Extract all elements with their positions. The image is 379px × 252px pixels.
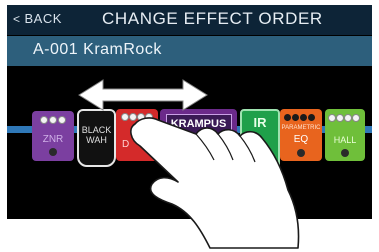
hand-pointer-icon: [130, 117, 300, 249]
